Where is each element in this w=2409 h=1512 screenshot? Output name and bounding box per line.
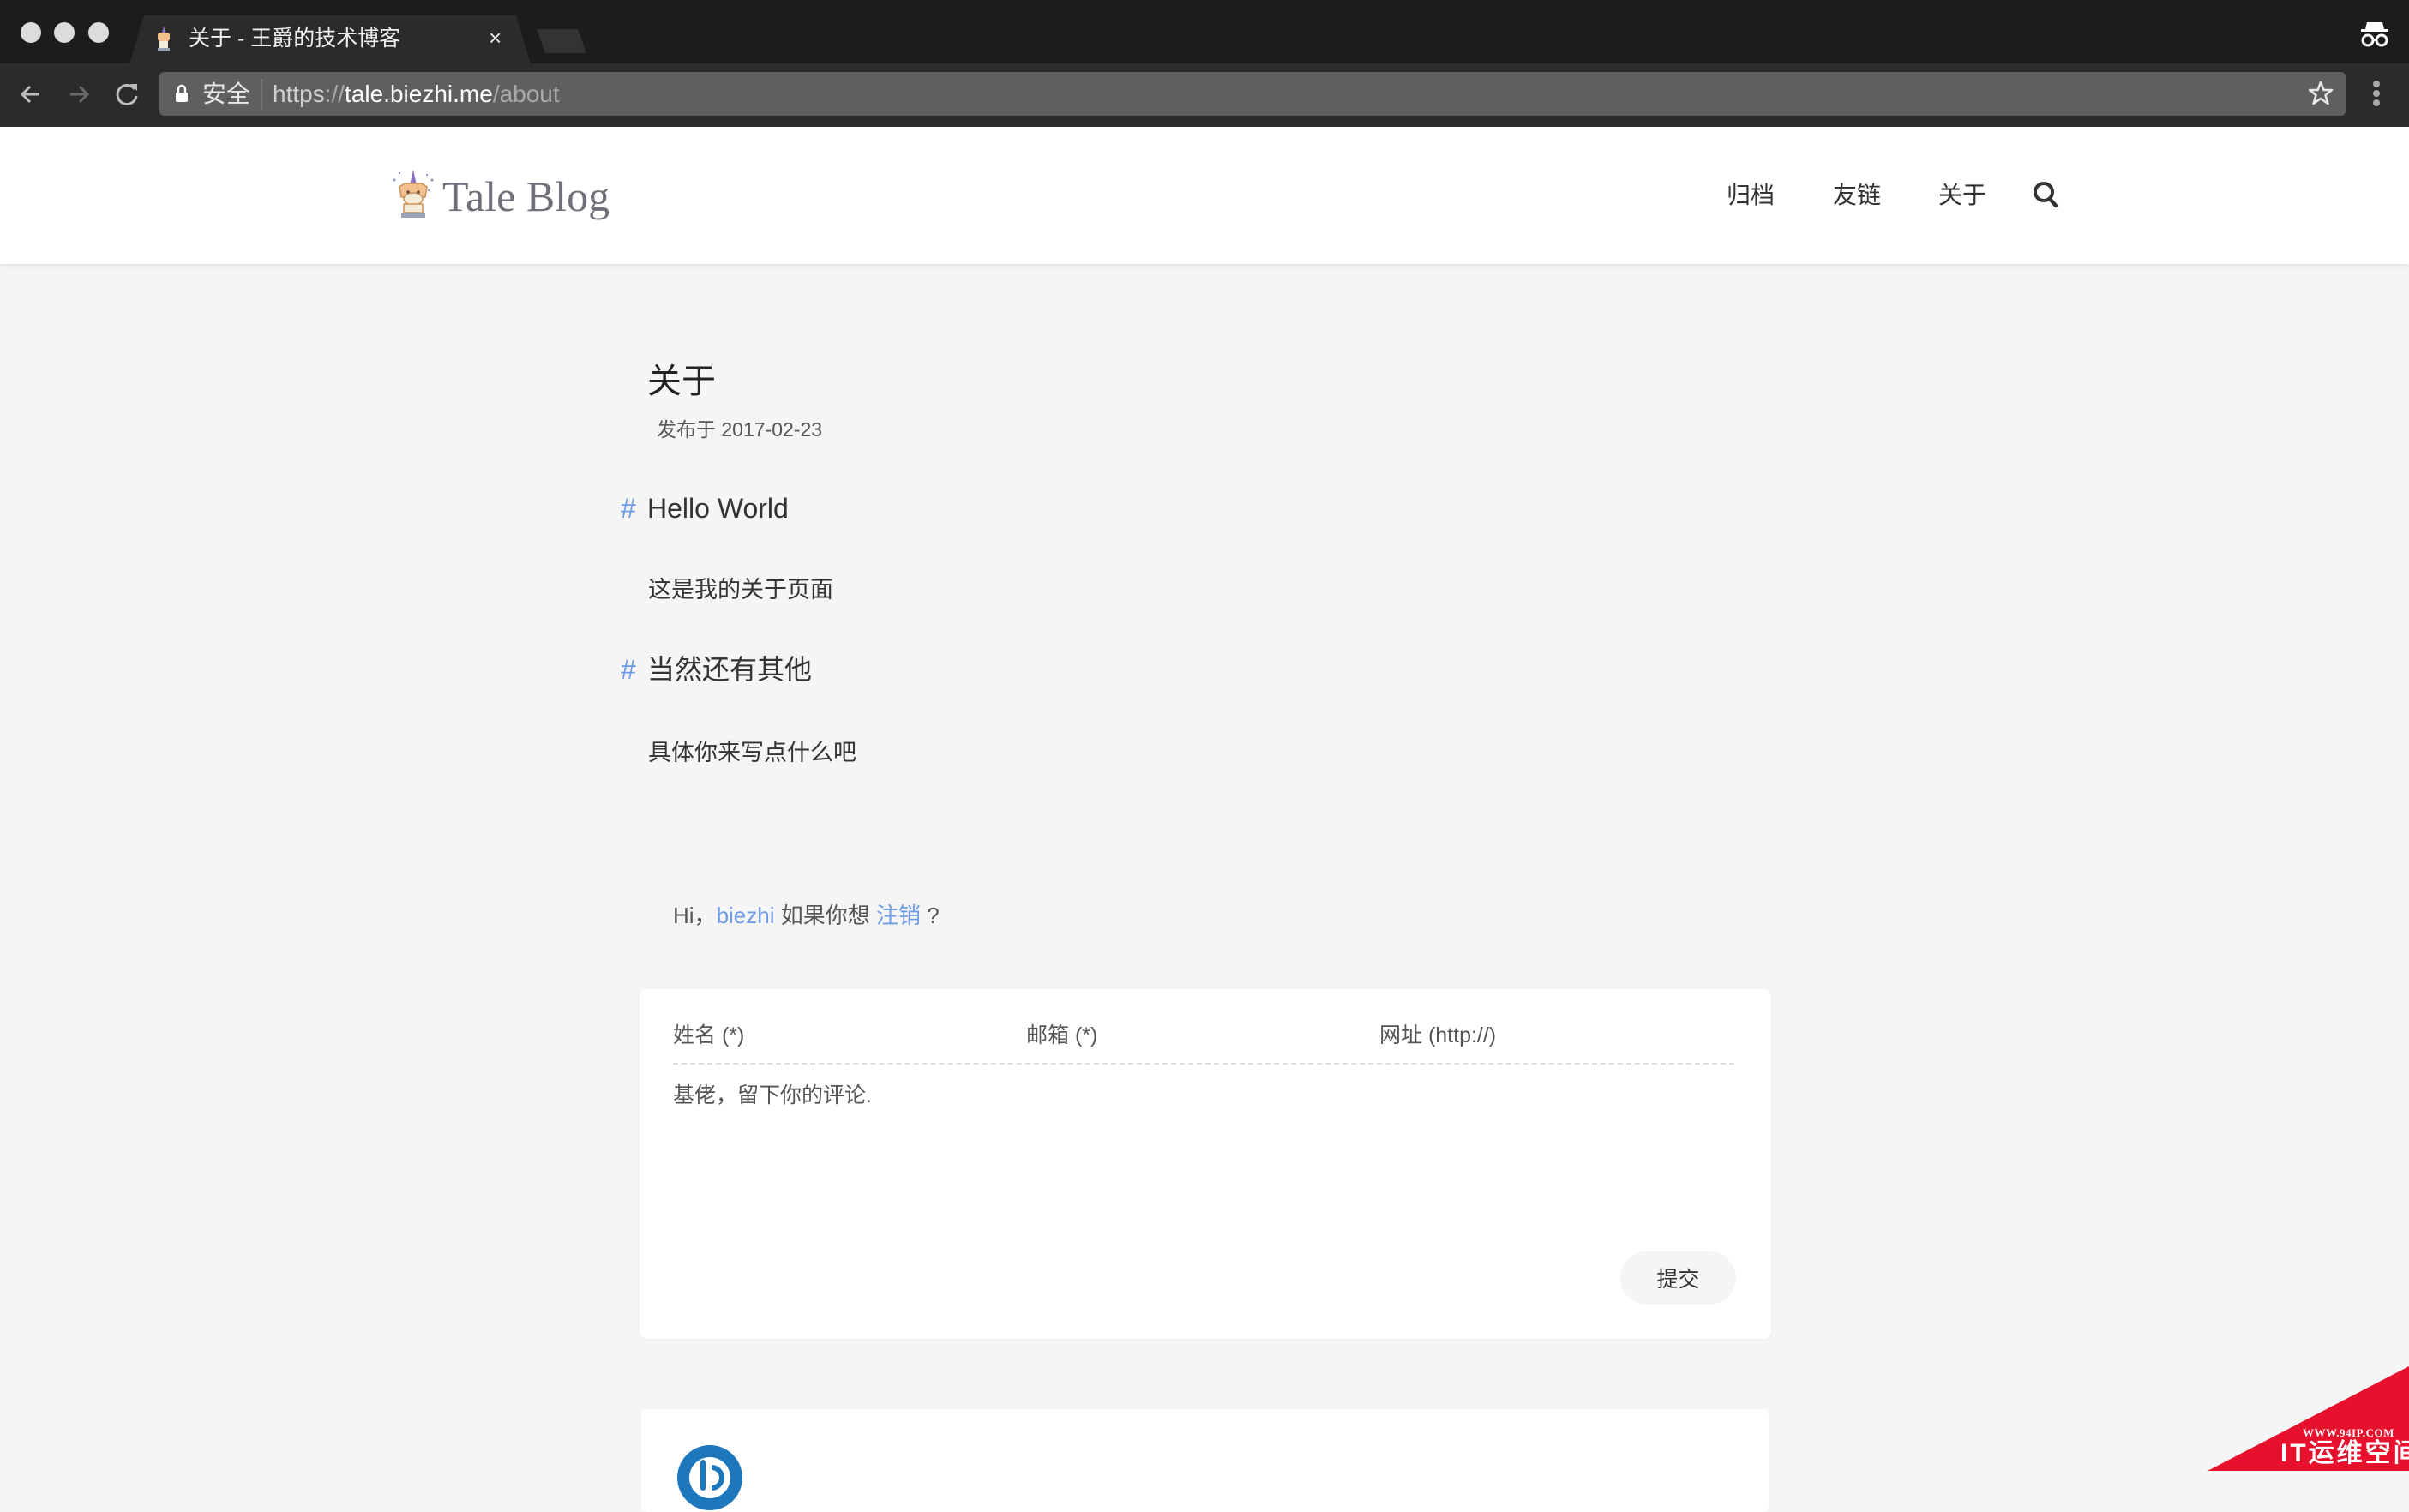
submit-button[interactable]: 提交 (1620, 1251, 1736, 1305)
star-icon[interactable] (2308, 81, 2334, 106)
address-bar-divider (261, 79, 262, 110)
url-separator: :// (324, 81, 345, 107)
heading-anchor-hash[interactable]: # (621, 650, 636, 689)
greeting-middle: 如果你想 (774, 903, 876, 928)
search-icon[interactable] (2032, 180, 2059, 209)
arrow-left-icon[interactable] (14, 77, 48, 111)
post-publish-date: 发布于 2017-02-23 (657, 418, 823, 441)
section-heading: 当然还有其他 (647, 654, 813, 685)
window-close-button[interactable] (21, 22, 41, 43)
incognito-icon (2361, 22, 2388, 47)
site-logo-text[interactable]: Tale Blog (442, 170, 610, 223)
tab-close-icon[interactable]: × (489, 22, 502, 53)
security-label: 安全 (202, 81, 251, 107)
comment-textarea[interactable] (673, 1078, 1734, 1215)
heading-anchor-hash[interactable]: # (621, 489, 636, 528)
username-link[interactable]: biezhi (717, 903, 775, 928)
url-host: tale.biezhi.me (345, 81, 493, 107)
tab-title: 关于 - 王爵的技术博客 (189, 27, 401, 51)
greeting-prefix: Hi， (673, 903, 717, 928)
commenter-avatar[interactable] (677, 1445, 742, 1510)
website-field[interactable] (1379, 1018, 1734, 1053)
lock-icon (176, 84, 188, 102)
greeting-suffix: ? (920, 903, 940, 928)
arrow-right-icon[interactable] (62, 77, 96, 111)
url-scheme: https (273, 81, 325, 107)
url-path: /about (492, 81, 560, 107)
unicorn-logo-icon[interactable] (389, 168, 437, 221)
kebab-menu-icon[interactable] (2370, 81, 2382, 108)
unicorn-favicon-icon (158, 26, 170, 51)
nav-links[interactable]: 友链 (1833, 178, 1881, 213)
post-title: 关于 (647, 363, 716, 400)
reload-icon[interactable] (110, 77, 144, 111)
name-field[interactable] (673, 1018, 1016, 1053)
section-paragraph: 这是我的关于页面 (648, 577, 833, 603)
watermark-name: IT运维空间 (2280, 1439, 2409, 1467)
new-tab-button[interactable] (537, 29, 586, 53)
logout-link[interactable]: 注销 (876, 903, 921, 928)
comment-greeting: Hi，biezhi 如果你想 注销 ? (673, 898, 940, 933)
window-minimize-button[interactable] (54, 22, 75, 43)
section-heading: Hello World (647, 493, 789, 524)
comments-list-card (641, 1409, 1769, 1512)
fields-divider (673, 1063, 1734, 1065)
nav-about[interactable]: 关于 (1938, 178, 1986, 213)
url-text[interactable]: https://tale.biezhi.me/about (273, 77, 560, 111)
section-paragraph: 具体你来写点什么吧 (648, 740, 856, 765)
nav-archive[interactable]: 归档 (1727, 178, 1775, 213)
email-field[interactable] (1026, 1018, 1369, 1053)
window-zoom-button[interactable] (88, 22, 109, 43)
